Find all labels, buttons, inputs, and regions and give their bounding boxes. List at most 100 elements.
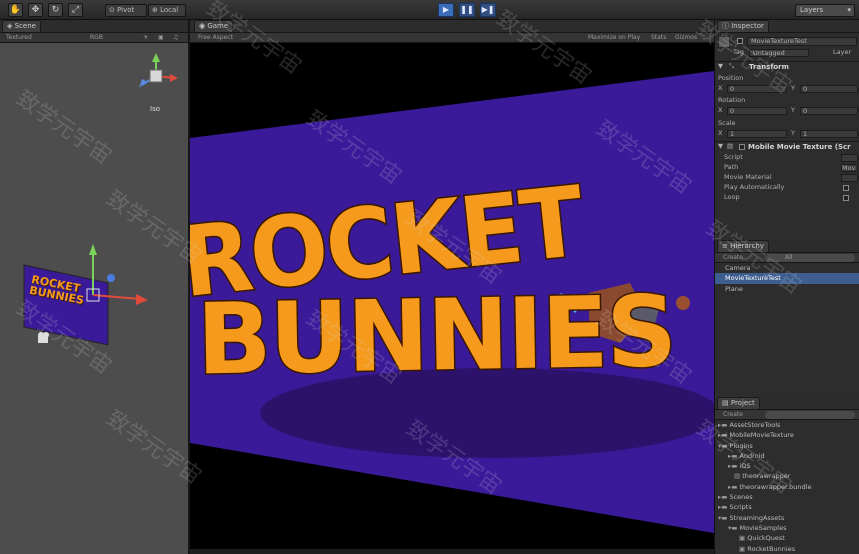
hierarchy-tab-icon: ≡ [722,242,731,250]
project-item[interactable]: ▾▬ StreamingAssets [715,513,859,523]
tag-dropdown[interactable]: Untagged [749,49,809,57]
project-item[interactable]: ▸▬ theorawrapper.bundle [715,482,859,492]
rgb-dropdown[interactable]: RGB [90,33,103,42]
play-auto-checkbox[interactable] [843,185,849,191]
scale-tool-icon[interactable]: ⤢ [68,3,83,17]
foldout-arrow-icon[interactable]: ▼ [718,142,723,151]
project-item[interactable]: ▾▬ Plugins [715,441,859,451]
project-item[interactable]: ▣ QuickQuest [715,533,859,543]
file-icon: ▤ [734,472,743,481]
tab-scene[interactable]: ◈ Scene [2,20,41,32]
hierarchy-tabbar: ≡ Hierarchy [715,240,859,253]
pos-x-field[interactable]: 0 [727,85,787,93]
folder-icon: ▸▬ [728,482,740,491]
project-create-button[interactable]: Create [723,410,743,419]
move-gizmo-x-head[interactable] [136,294,148,305]
scene-tab-icon: ◈ [7,22,15,30]
iso-label[interactable]: Iso [150,105,160,113]
component-header[interactable]: Mobile Movie Texture (Scr [748,142,858,152]
rot-x-field[interactable]: 0 [727,107,787,115]
project-item[interactable]: ▣ RocketBunnies [715,544,859,554]
audio-toggle-icon[interactable]: ♫ [173,33,178,42]
orientation-gizmo-icon[interactable] [139,53,178,88]
layers-label: Layers [800,6,824,14]
folder-icon: ▸▬ [718,493,730,502]
tab-game[interactable]: ◉ Game [194,20,234,32]
hierarchy-item-plane[interactable]: Plane [715,284,859,294]
pos-y-field[interactable]: 0 [800,85,858,93]
hierarchy-item-movietexturetest[interactable]: MovieTextureTest [715,273,859,284]
local-toggle[interactable]: ⊕ Local [148,4,186,17]
project-item[interactable]: ▸▬ Scripts [715,502,859,512]
move-tool-icon[interactable]: ✥ [28,3,43,17]
folder-open-icon: ▾▬ [718,441,730,450]
gizmos-dropdown[interactable]: Gizmos [675,33,697,42]
project-item[interactable]: ▤ theorawrapper [715,471,859,481]
project-item[interactable]: ▸▬ AssetStoreTools [715,420,859,430]
project-item[interactable]: ▾▬ MovieSamples [715,523,859,533]
script-label: Script [724,153,743,161]
path-field[interactable]: Mov [841,164,858,172]
component-enabled-checkbox[interactable] [739,144,745,150]
tab-inspector[interactable]: ⓘ Inspector [717,20,769,32]
project-toolbar: Create [715,410,859,420]
hierarchy-search-input[interactable]: All [765,254,855,262]
stats-toggle[interactable]: Stats [651,33,666,42]
project-item-label: Plugins [729,441,753,450]
scene-tab-label: Scene [14,22,36,30]
project-item-label: theorawrapper [742,472,791,481]
hierarchy-create-button[interactable]: Create [723,253,743,262]
step-button-icon[interactable]: ▶❚ [480,3,496,17]
tab-hierarchy[interactable]: ≡ Hierarchy [717,240,769,252]
scene-view[interactable]: Iso ROCKET BUNNIES [0,43,188,554]
rot-y-field[interactable]: 0 [800,107,858,115]
local-icon: ⊕ [152,6,161,14]
game-tab-label: Game [207,22,229,30]
main-toolbar: ✋ ✥ ↻ ⤢ ⊙ Pivot ⊕ Local ▶ ❚❚ ▶❚ Layers ▾ [0,0,859,20]
loop-checkbox[interactable] [843,195,849,201]
move-gizmo-z[interactable] [107,274,115,282]
scale-label: Scale [718,119,736,127]
unity-editor: ✋ ✥ ↻ ⤢ ⊙ Pivot ⊕ Local ▶ ❚❚ ▶❚ Layers ▾ … [0,0,859,554]
object-name-field[interactable]: MovieTextureTest [747,37,857,46]
image-toggle-icon[interactable]: ▣ [158,33,164,42]
tab-project[interactable]: ▤ Project [717,397,760,409]
movie-material-field[interactable] [841,174,858,182]
inspector-panel: MovieTextureTest Tag Untagged Layer ▼ ⤡ … [715,33,859,243]
game-title-line-2: BUNNIES [194,274,677,399]
script-field[interactable] [841,154,858,162]
project-item[interactable]: ▸▬ Android [715,451,859,461]
hierarchy-item-camera[interactable]: Camera [715,263,859,273]
move-gizmo-y-head[interactable] [89,244,97,255]
camera-gizmo-icon[interactable] [38,332,49,343]
inspector-tab-label: Inspector [731,22,764,30]
game-title-text: ROCKET BUNNIES [190,164,678,413]
pivot-toggle[interactable]: ⊙ Pivot [105,4,147,17]
layers-dropdown[interactable]: Layers ▾ [795,4,855,17]
game-view[interactable]: ROCKET BUNNIES [190,43,714,549]
rotate-tool-icon[interactable]: ↻ [48,3,63,17]
project-item[interactable]: ▸▬ MobileMovieTexture [715,430,859,440]
project-item[interactable]: ▸▬ Scenes [715,492,859,502]
movie-file-icon: ▣ [739,544,748,553]
play-button-icon[interactable]: ▶ [438,3,454,17]
position-label: Position [718,74,744,82]
scale-x-field[interactable]: 1 [727,130,787,138]
project-item[interactable]: ▸▬ iOS [715,461,859,471]
transform-header[interactable]: Transform [749,62,789,72]
active-checkbox[interactable] [737,38,743,44]
project-item-label: theorawrapper.bundle [739,482,812,491]
maximize-toggle[interactable]: Maximize on Play [588,33,640,42]
hierarchy-tab-label: Hierarchy [730,242,764,250]
pause-button-icon[interactable]: ❚❚ [459,3,475,17]
scene-toolbar: Textured RGB ☀ ▣ ♫ [0,33,188,43]
textured-dropdown[interactable]: Textured [6,33,32,42]
hierarchy-list: Camera MovieTextureTest Plane [715,263,859,398]
scale-y-field[interactable]: 1 [800,130,858,138]
rotation-label: Rotation [718,96,746,104]
lighting-toggle-icon[interactable]: ☀ [143,33,148,42]
hand-tool-icon[interactable]: ✋ [8,3,23,17]
aspect-dropdown[interactable]: Free Aspect [198,33,233,42]
foldout-arrow-icon[interactable]: ▼ [718,62,723,71]
project-search-input[interactable] [765,411,855,419]
